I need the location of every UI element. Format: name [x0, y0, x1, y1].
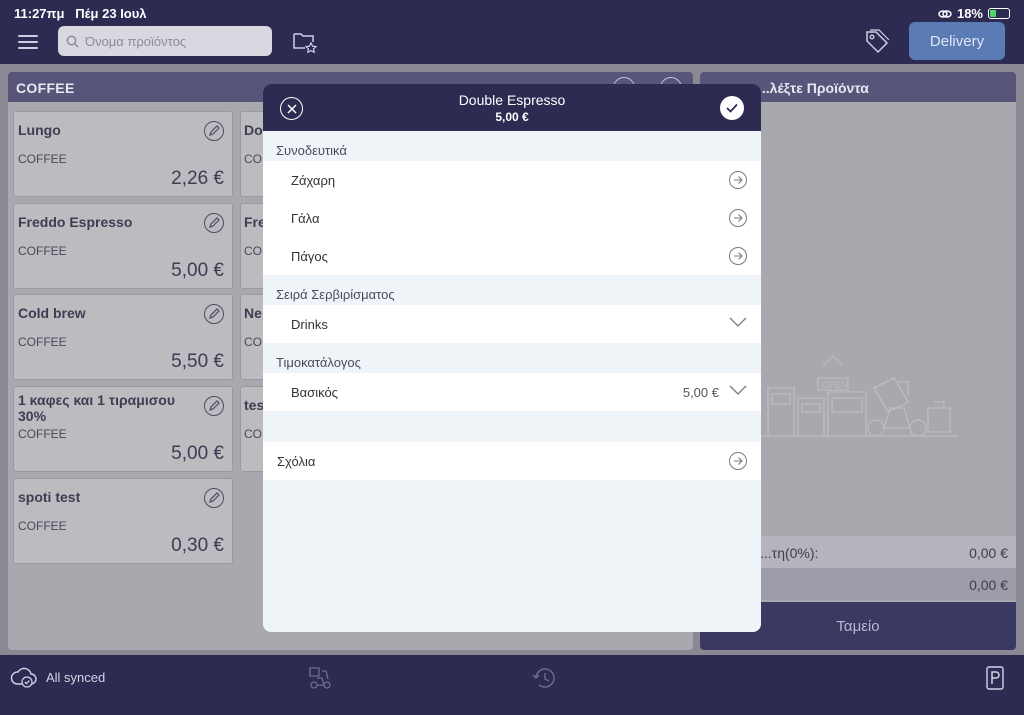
- product-category: CO: [244, 152, 262, 166]
- extra-label: Πάγος: [291, 249, 328, 264]
- pricelist-section-title: Τιμοκατάλογος: [276, 355, 361, 370]
- product-name: tes: [244, 397, 265, 413]
- product-price: 5,50 €: [171, 351, 224, 372]
- comments-row[interactable]: Σχόλια: [263, 442, 761, 480]
- parking-receipt-icon[interactable]: [985, 665, 1005, 691]
- status-right: 18%: [938, 6, 1010, 21]
- hamburger-menu-icon[interactable]: [18, 35, 38, 49]
- extra-label: Γάλα: [291, 211, 320, 226]
- arrow-right-icon: [729, 209, 747, 227]
- product-category: COFFEE: [18, 427, 67, 441]
- product-name: spoti test: [18, 489, 81, 505]
- product-category: CO: [244, 335, 262, 349]
- extra-item-milk[interactable]: Γάλα: [263, 199, 761, 237]
- product-name: Lungo: [18, 122, 61, 138]
- product-price: 5,00 €: [171, 260, 224, 281]
- delivery-scooter-icon[interactable]: [307, 665, 333, 691]
- product-options-modal: Double Espresso 5,00 € Συνοδευτικά Ζάχαρ…: [263, 84, 761, 632]
- pricelist-price: 5,00 €: [682, 385, 719, 400]
- serving-order-select[interactable]: Drinks: [263, 305, 761, 343]
- arrow-right-icon: [729, 247, 747, 265]
- search-input[interactable]: [85, 33, 265, 49]
- battery-icon: [988, 8, 1010, 19]
- battery-percent: 18%: [956, 6, 983, 21]
- sync-status[interactable]: All synced: [10, 665, 105, 689]
- arrow-right-icon: [729, 171, 747, 189]
- product-category: CO: [244, 427, 262, 441]
- pricelist-select[interactable]: Βασικός 5,00 €: [263, 373, 761, 411]
- total-value: 0,00 €: [969, 577, 1008, 593]
- product-name: Ne: [244, 305, 262, 321]
- product-card[interactable]: Lungo COFFEE 2,26 €: [13, 111, 233, 197]
- top-bar: Delivery: [0, 22, 1024, 64]
- product-card[interactable]: spoti test COFFEE 0,30 €: [13, 478, 233, 564]
- extra-item-ice[interactable]: Πάγος: [263, 237, 761, 275]
- edit-pencil-icon[interactable]: [204, 213, 224, 233]
- comments-label: Σχόλια: [277, 454, 316, 469]
- bottom-bar: All synced: [0, 655, 1024, 715]
- arrow-right-icon: [729, 452, 747, 470]
- product-name: Do: [244, 122, 263, 138]
- edit-pencil-icon[interactable]: [204, 304, 224, 324]
- link-icon: [938, 9, 952, 18]
- delivery-button[interactable]: Delivery: [909, 22, 1005, 60]
- history-clock-icon[interactable]: [531, 665, 559, 691]
- edit-pencil-icon[interactable]: [204, 396, 224, 416]
- product-name: Cold brew: [18, 305, 86, 321]
- modal-header: Double Espresso 5,00 €: [263, 84, 761, 131]
- sync-label: All synced: [46, 669, 106, 685]
- product-price: 5,00 €: [171, 443, 224, 464]
- status-time: 11:27πμ Πέμ 23 Ιουλ: [14, 6, 147, 21]
- extras-section-title: Συνοδευτικά: [276, 143, 347, 158]
- edit-pencil-icon[interactable]: [204, 121, 224, 141]
- tag-icon[interactable]: [864, 29, 890, 55]
- extra-item-sugar[interactable]: Ζάχαρη: [263, 161, 761, 199]
- serving-value: Drinks: [291, 317, 328, 332]
- modal-title: Double Espresso: [458, 92, 566, 108]
- search-box[interactable]: [58, 26, 272, 56]
- product-price: 2,26 €: [171, 168, 224, 189]
- pricelist-value: Βασικός: [291, 385, 338, 400]
- product-card[interactable]: Cold brew COFFEE 5,50 €: [13, 294, 233, 380]
- confirm-check-icon[interactable]: [720, 96, 744, 120]
- cloud-check-icon: [10, 667, 37, 688]
- product-category: COFFEE: [18, 244, 67, 258]
- product-category: CO: [244, 244, 262, 258]
- chevron-down-icon: [729, 317, 747, 327]
- vat-value: 0,00 €: [969, 545, 1008, 561]
- product-category: COFFEE: [18, 519, 67, 533]
- svg-text:OPEN: OPEN: [822, 380, 848, 390]
- product-price: 0,30 €: [171, 535, 224, 556]
- empty-order-illustration-icon: OPEN: [758, 355, 958, 437]
- search-icon: [66, 35, 79, 48]
- close-icon[interactable]: [280, 97, 303, 120]
- folder-star-icon[interactable]: [292, 30, 318, 54]
- product-card[interactable]: Freddo Espresso COFFEE 5,00 €: [13, 203, 233, 289]
- chevron-down-icon: [729, 385, 747, 395]
- extra-label: Ζάχαρη: [291, 173, 336, 188]
- product-name: Freddo Espresso: [18, 214, 133, 230]
- edit-pencil-icon[interactable]: [204, 488, 224, 508]
- status-bar: 11:27πμ Πέμ 23 Ιουλ 18%: [0, 0, 1024, 26]
- product-name: 1 καφες και 1 τιραμισου 30%: [18, 392, 175, 424]
- product-card[interactable]: 1 καφες και 1 τιραμισου 30% COFFEE 5,00 …: [13, 386, 233, 472]
- vat-label: ...τη(0%):: [760, 545, 819, 561]
- modal-price: 5,00 €: [495, 110, 529, 124]
- product-category: COFFEE: [18, 335, 67, 349]
- serving-section-title: Σειρά Σερβιρίσματος: [276, 287, 395, 302]
- product-category: COFFEE: [18, 152, 67, 166]
